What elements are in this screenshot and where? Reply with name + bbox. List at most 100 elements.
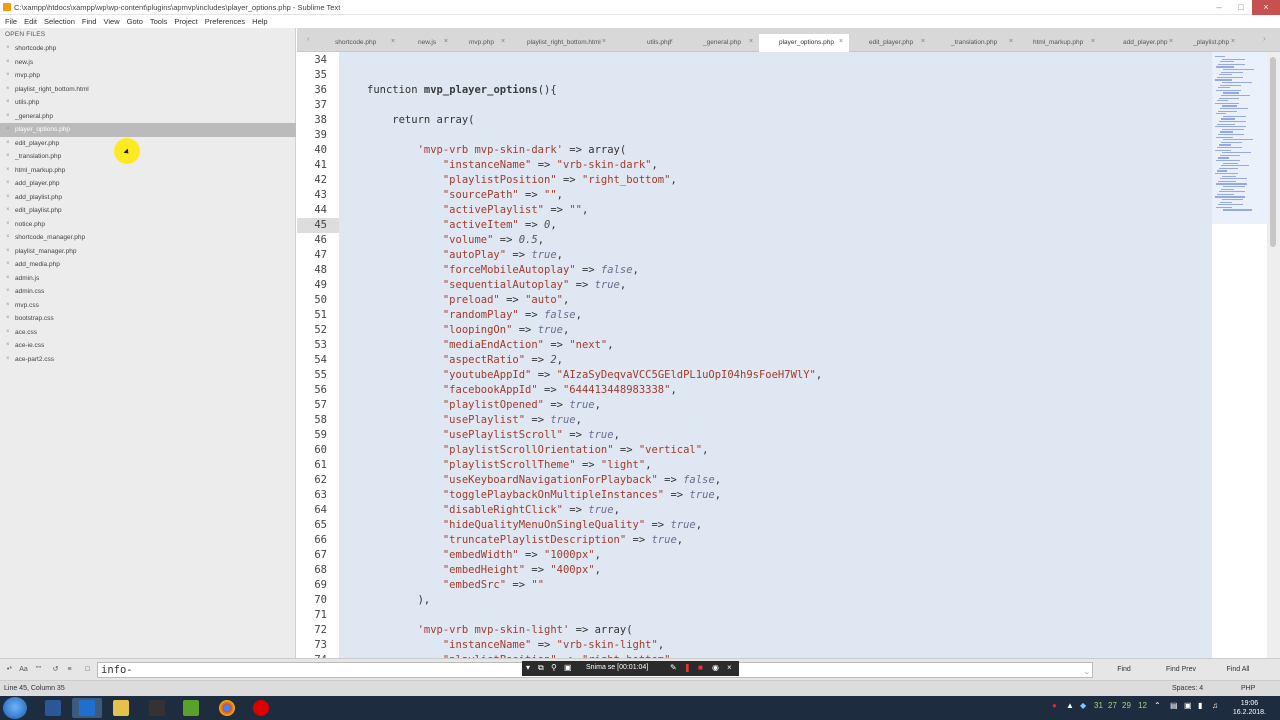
code-line[interactable]: "aspectRatio" => 2, (367, 354, 563, 366)
minimize-button[interactable]: – (1208, 0, 1230, 15)
tray-vpn-icon[interactable]: ◆ (1080, 701, 1086, 710)
code-line[interactable]: "embedSrc" => "" (367, 579, 544, 591)
tab-shortcode-php[interactable]: shortcode.php × (315, 34, 401, 52)
tray-network-icon[interactable]: ▤ (1170, 701, 1178, 710)
sidebar-file-item[interactable]: × html_markup.php (0, 164, 296, 178)
highlight-matches-toggle[interactable]: □ (82, 664, 93, 675)
close-file-icon[interactable]: × (6, 137, 10, 151)
close-file-icon[interactable]: × (6, 353, 10, 367)
code-editor[interactable]: 34 35 36 37 38 39 40 41 42 43 44 45 46 47 48 49 50 51 52 53… (297, 52, 1280, 658)
sidebar-file-item[interactable]: × ace.css (0, 326, 296, 340)
code-line[interactable]: return array( (367, 114, 474, 126)
tab-add-player-php[interactable]: add_player.php × (1103, 34, 1179, 52)
menu-file[interactable]: File (3, 15, 22, 28)
code-line[interactable]: 'mvp-vrb mvp-skin-dark' => array( (367, 144, 627, 156)
close-file-icon[interactable]: × (6, 204, 10, 218)
taskbar-chrome-icon[interactable] (212, 698, 242, 718)
tab-close-icon[interactable]: × (921, 38, 925, 45)
close-file-icon[interactable]: × (6, 191, 10, 205)
regex-toggle-icon[interactable]: •* (4, 664, 15, 675)
recorder-window-icon[interactable]: ⧉ (538, 663, 544, 673)
tray-power-icon[interactable]: ▮ (1198, 701, 1202, 710)
tray-shield-icon[interactable]: ▲ (1066, 701, 1074, 710)
code-line[interactable]: "autoPlay" => true, (367, 249, 563, 261)
close-file-icon[interactable]: × (6, 272, 10, 286)
vertical-scrollbar[interactable] (1267, 52, 1280, 658)
sidebar-file-item[interactable]: × playlist_right_bottom.html (0, 83, 296, 97)
menu-edit[interactable]: Edit (22, 15, 42, 28)
close-file-icon[interactable]: × (6, 218, 10, 232)
tab-close-icon[interactable]: × (501, 38, 505, 45)
tab-scroll-left-icon[interactable]: ‹ (307, 34, 310, 43)
tab-close-icon[interactable]: × (602, 38, 606, 45)
tray-language-icon[interactable]: ▣ (1184, 701, 1192, 710)
close-file-icon[interactable]: × (6, 177, 10, 191)
sidebar-file-item[interactable]: × add_playlist.php (0, 191, 296, 205)
recorder-menu-icon[interactable]: ▾ (526, 663, 530, 672)
menu-goto[interactable]: Goto (125, 15, 148, 28)
code-line[interactable]: "playlistScrollTheme" => "light", (367, 459, 652, 471)
tab-close-icon[interactable]: × (669, 38, 673, 45)
sidebar-file-item[interactable]: × ace-part2.css (0, 353, 296, 367)
recorder-stop-icon[interactable]: ■ (698, 663, 703, 672)
tab-close-icon[interactable]: × (444, 38, 448, 45)
tray-number-3[interactable]: 29 (1122, 701, 1131, 710)
code-line[interactable]: "embedWidth" => "1000px", (367, 549, 601, 561)
sidebar-file-item[interactable]: × edit_playlist.php (0, 204, 296, 218)
close-file-icon[interactable]: × (6, 123, 10, 137)
sidebar-file-item[interactable]: × utils.php (0, 96, 296, 110)
close-file-icon[interactable]: × (6, 164, 10, 178)
tray-record-icon[interactable]: ● (1052, 701, 1057, 710)
code-line[interactable]: function mvp_player_options(){ (367, 84, 557, 96)
menu-help[interactable]: Help (250, 15, 272, 28)
tab-player-options-php[interactable]: player_options.php × (759, 34, 849, 52)
close-file-icon[interactable]: × (6, 69, 10, 83)
recorder-camera-icon[interactable]: ◉ (712, 663, 719, 672)
taskbar-terminal-icon[interactable] (142, 698, 172, 718)
sidebar-file-item[interactable]: × new.js (0, 56, 296, 70)
close-file-icon[interactable]: × (6, 326, 10, 340)
taskbar-sublime-icon[interactable] (72, 698, 102, 718)
code-line[interactable]: "usePlaylist" => true, (367, 414, 582, 426)
close-file-icon[interactable]: × (6, 339, 10, 353)
code-line[interactable]: "playlistOpened" => true, (367, 399, 601, 411)
wrap-toggle[interactable]: ↺ (50, 664, 61, 675)
menu-selection[interactable]: Selection (42, 15, 80, 28)
code-line[interactable]: "usePlaylistScroll" => true, (367, 429, 620, 441)
tray-chevron-icon[interactable]: ⌃ (1154, 701, 1161, 710)
code-line[interactable]: "forceMobileAutoplay" => false, (367, 264, 639, 276)
menu-preferences[interactable]: Preferences (203, 15, 250, 28)
tab-mvp-php[interactable]: mvp.php × (449, 34, 511, 52)
tab-playlist-right-bottom-html[interactable]: playlist_right_bottom.html × (507, 34, 612, 52)
menu-find[interactable]: Find (80, 15, 102, 28)
find-prev-button[interactable]: Find Prev (1155, 663, 1207, 677)
find-button[interactable]: Find (1098, 663, 1150, 677)
tray-number-1[interactable]: 31 (1094, 701, 1103, 710)
indentation-status[interactable]: Spaces: 4 (1172, 685, 1203, 692)
close-file-icon[interactable]: × (6, 96, 10, 110)
code-line[interactable]: "useKeyboardNavigationForPlayback" => fa… (367, 474, 721, 486)
code-line[interactable]: "instanceName" => "vrb-skin-light", (367, 639, 664, 651)
sidebar-file-item[interactable]: × bootstrap.css (0, 312, 296, 326)
recorder-pen-icon[interactable]: ✎ (670, 663, 677, 672)
close-file-icon[interactable]: × (6, 83, 10, 97)
close-file-icon[interactable]: × (6, 231, 10, 245)
code-line[interactable]: "activeItem" => 0, (367, 219, 557, 231)
tab-close-icon[interactable]: × (749, 38, 753, 45)
tab-utils-php[interactable]: utils.php × (627, 34, 679, 52)
tab-translation-php[interactable]: _translation.php × (931, 34, 1019, 52)
code-line[interactable]: "instanceName" => "vrb-skin-dark", (367, 159, 658, 171)
code-line[interactable]: "activePlaylist" => "", (367, 204, 588, 216)
code-line[interactable]: "hideQualityMenuOnSingleQuality" => true… (367, 519, 702, 531)
code-line[interactable]: "loopingOn" => true, (367, 324, 569, 336)
code-line[interactable]: "playlistScrollOrientation" => "vertical… (367, 444, 709, 456)
tab-edit-player-php[interactable]: edit_player.php × (849, 34, 931, 52)
close-file-icon[interactable]: × (6, 258, 10, 272)
sidebar-file-item[interactable]: × notice.php (0, 218, 296, 232)
close-file-icon[interactable]: × (6, 245, 10, 259)
whole-word-toggle[interactable]: "" (33, 664, 44, 675)
code-line[interactable]: "youtubeAppId" => "AIzaSyDeqvaVCC5GEldPL… (367, 369, 822, 381)
code-line[interactable]: "truncatePlaylistDescription" => true, (367, 534, 683, 546)
close-file-icon[interactable]: × (6, 110, 10, 124)
code-line[interactable]: "volume" => 0.5, (367, 234, 544, 246)
